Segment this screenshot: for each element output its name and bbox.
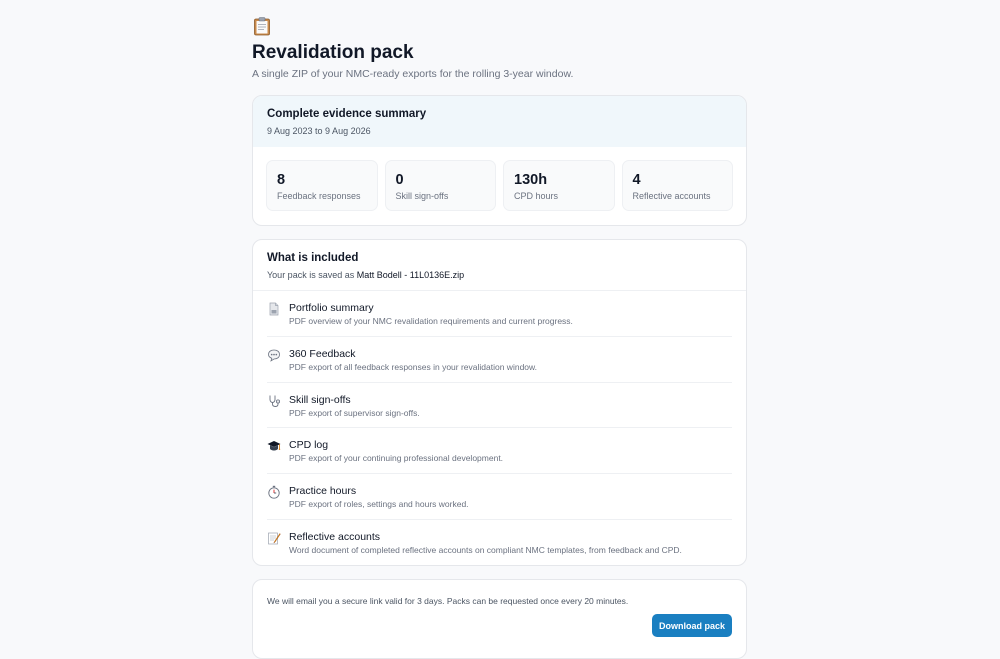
clipboard-icon	[254, 17, 270, 36]
included-item-cpd-log: CPD log PDF export of your continuing pr…	[267, 428, 732, 475]
whats-included-title: What is included	[267, 252, 359, 264]
stats-row: 8 Feedback responses 0 Skill sign-offs 1…	[266, 160, 733, 211]
stat-label: CPD hours	[514, 191, 559, 201]
whats-included-card: What is included Your pack is saved as M…	[252, 239, 747, 566]
item-desc: PDF export of supervisor sign-offs.	[289, 407, 420, 418]
item-desc: PDF export of your continuing profession…	[289, 453, 504, 464]
email-link-notice: We will email you a secure link valid fo…	[267, 596, 629, 606]
evidence-summary-title: Complete evidence summary	[267, 108, 427, 120]
stat-skill-sign-offs: 0 Skill sign-offs	[384, 160, 496, 211]
stat-value: 4	[632, 172, 641, 188]
stat-label: Feedback responses	[277, 191, 361, 201]
included-item-practice-hours: Practice hours PDF export of roles, sett…	[267, 474, 732, 520]
page-subtitle: A single ZIP of your NMC-ready exports f…	[252, 68, 574, 80]
stat-label: Skill sign-offs	[395, 191, 449, 201]
speech-bubble-icon	[268, 349, 280, 362]
included-item-portfolio-summary: Portfolio summary PDF overview of your N…	[267, 291, 732, 337]
saved-as-prefix: Your pack is saved as	[267, 270, 355, 280]
stat-reflective-accounts: 4 Reflective accounts	[621, 160, 733, 211]
stat-value: 130h	[514, 172, 548, 188]
document-icon	[269, 302, 279, 316]
download-card: We will email you a secure link valid fo…	[252, 579, 747, 659]
stat-value: 8	[277, 172, 286, 188]
item-title: CPD log	[289, 439, 329, 452]
item-desc: PDF overview of your NMC revalidation re…	[289, 316, 573, 326]
stat-feedback-responses: 8 Feedback responses	[266, 160, 378, 211]
item-title: 360 Feedback	[289, 347, 356, 360]
download-pack-button[interactable]: Download pack	[652, 614, 732, 637]
stat-label: Reflective accounts	[632, 191, 711, 201]
item-title: Portfolio summary	[289, 302, 374, 314]
item-title: Skill sign-offs	[289, 393, 351, 406]
stat-value: 0	[395, 172, 404, 188]
page-title: Revalidation pack	[252, 42, 414, 63]
saved-as-text: Your pack is saved as Matt Bodell - 11L0…	[267, 270, 732, 280]
item-title: Practice hours	[289, 485, 357, 498]
date-range: 9 Aug 2023 to 9 Aug 2026	[267, 126, 371, 136]
item-desc: PDF export of roles, settings and hours …	[289, 499, 469, 510]
stopwatch-icon	[268, 485, 280, 499]
stethoscope-icon	[269, 395, 280, 407]
included-items-list: Portfolio summary PDF overview of your N…	[253, 291, 746, 565]
included-item-360-feedback: 360 Feedback PDF export of all feedback …	[267, 337, 732, 383]
item-desc: PDF export of all feedback responses in …	[289, 361, 538, 372]
item-desc: Word document of completed reflective ac…	[289, 544, 682, 555]
pack-filename: Matt Bodell - 11L0136E.zip	[356, 270, 465, 280]
included-item-skill-sign-offs: Skill sign-offs PDF export of supervisor…	[267, 383, 732, 429]
evidence-summary-card: Complete evidence summary 9 Aug 2023 to …	[252, 95, 747, 226]
item-title: Reflective accounts	[289, 530, 381, 543]
evidence-summary-header: Complete evidence summary 9 Aug 2023 to …	[253, 96, 746, 147]
memo-icon	[268, 532, 281, 545]
stat-cpd-hours: 130h CPD hours	[503, 160, 615, 211]
included-item-reflective-accounts: Reflective accounts Word document of com…	[267, 520, 732, 565]
graduation-cap-icon	[267, 441, 281, 451]
whats-included-header: What is included Your pack is saved as M…	[253, 240, 746, 291]
